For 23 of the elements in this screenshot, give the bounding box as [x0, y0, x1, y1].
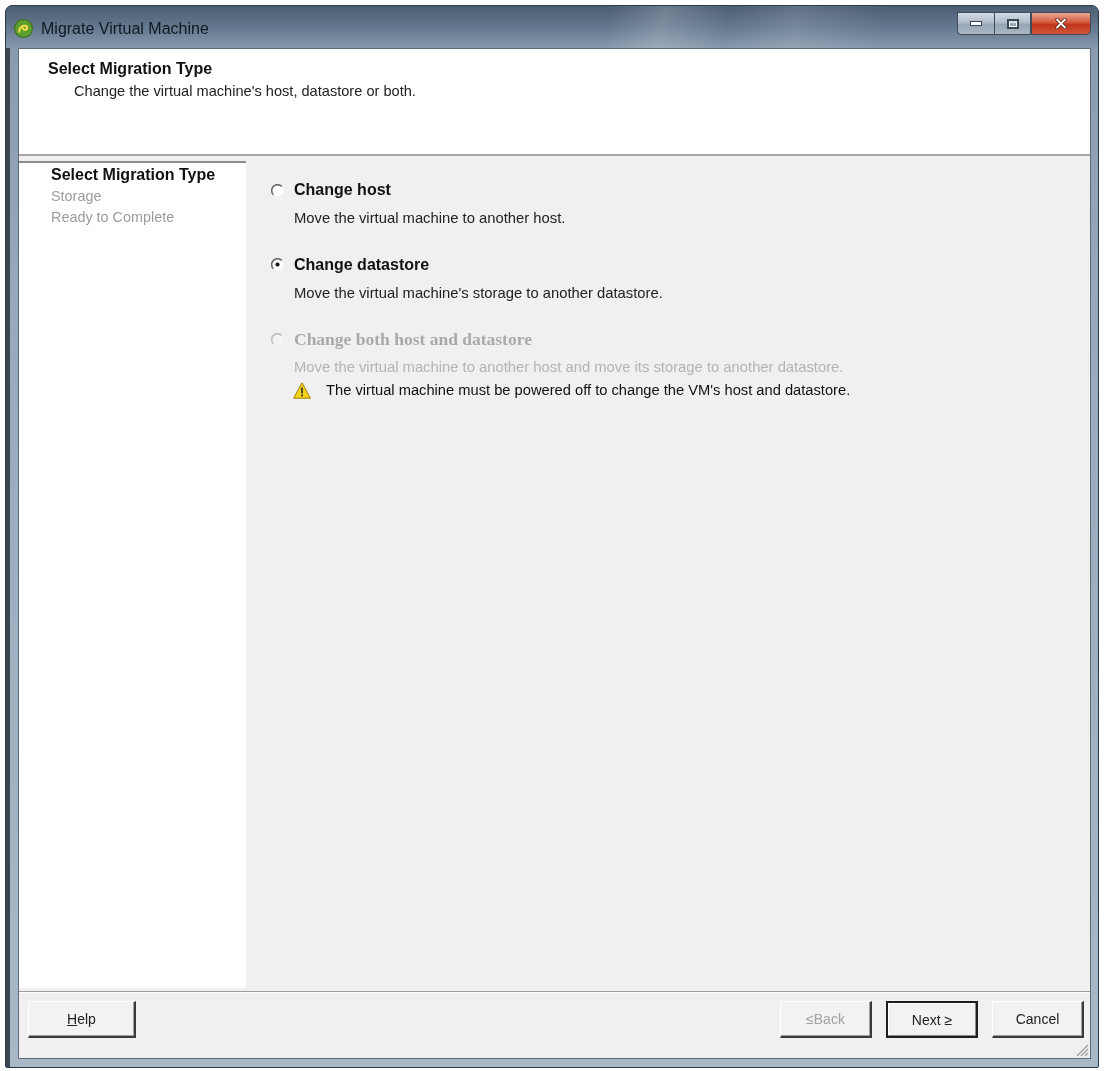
- help-button[interactable]: Help: [28, 1001, 136, 1038]
- option-description: Move the virtual machine to another host.: [294, 209, 566, 227]
- window-title: Migrate Virtual Machine: [41, 19, 209, 39]
- option-description: Move the virtual machine's storage to another datastore.: [294, 283, 663, 302]
- close-button[interactable]: [1031, 12, 1091, 35]
- page-subtitle: Change the virtual machine's host, datastore or both.: [74, 82, 416, 101]
- app-icon: [14, 19, 33, 38]
- warning-icon: [293, 381, 311, 399]
- radio-button[interactable]: Change host: [271, 179, 391, 201]
- radio-button[interactable]: Change datastore: [271, 253, 430, 276]
- maximize-button[interactable]: [994, 12, 1031, 35]
- warning-text: The virtual machine must be powered off to change the VM's host and datastore.: [326, 381, 851, 399]
- page-title: Select Migration Type: [48, 59, 213, 79]
- dialog-button[interactable]: Next ≥: [886, 1001, 978, 1038]
- minimize-icon: [970, 21, 982, 26]
- maximize-icon: [1006, 18, 1019, 29]
- dialog-button[interactable]: Cancel: [992, 1001, 1084, 1038]
- step-item: Ready to Complete: [51, 208, 175, 227]
- option-description: Move the virtual machine to another host and move its storage to another datastore.: [294, 358, 844, 376]
- minimize-button[interactable]: [957, 12, 994, 35]
- step-item: Storage: [51, 186, 102, 206]
- close-icon: [1055, 18, 1067, 29]
- step-item: Select Migration Type: [51, 165, 216, 185]
